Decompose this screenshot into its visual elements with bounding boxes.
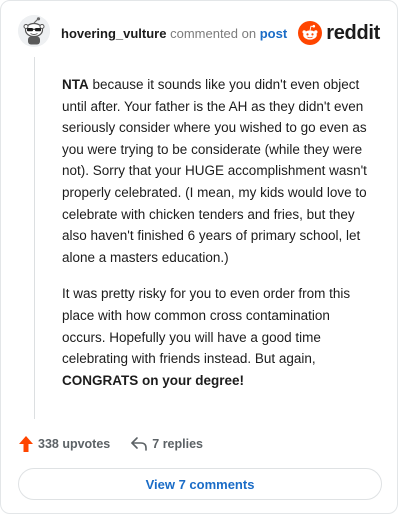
comment-paragraph-1: NTA because it sounds like you didn't ev…: [62, 74, 372, 268]
view-comments-label: View 7 comments: [145, 476, 255, 492]
upvote-button[interactable]: 338 upvotes: [18, 435, 110, 453]
reddit-brand[interactable]: reddit: [298, 21, 380, 45]
comment-body: NTA because it sounds like you didn't ev…: [62, 74, 372, 406]
post-link[interactable]: post: [260, 26, 287, 41]
reddit-logo-icon: [298, 21, 323, 45]
view-comments-button[interactable]: View 7 comments: [18, 468, 382, 500]
comment-paragraph-2: It was pretty risky for you to even orde…: [62, 283, 372, 391]
paragraph-1-text: because it sounds like you didn't even o…: [62, 77, 367, 265]
replies-button[interactable]: 7 replies: [130, 436, 203, 452]
comment-header: hovering_vulture commented on post reddi…: [1, 1, 397, 65]
reply-arrow-icon: [131, 437, 148, 451]
username-link[interactable]: hovering_vulture: [61, 26, 166, 41]
commented-on-text: commented on: [170, 26, 257, 41]
replies-count: 7 replies: [152, 437, 203, 451]
comment-byline: hovering_vulture commented on post: [61, 26, 287, 41]
upvote-arrow-icon: [19, 436, 33, 452]
verdict-bold-text: NTA: [62, 77, 89, 92]
congrats-bold-text: CONGRATS on your degree!: [62, 372, 245, 388]
snoo-avatar-icon[interactable]: [18, 15, 50, 47]
comment-actions: 338 upvotes 7 replies: [18, 433, 203, 455]
comment-card: hovering_vulture commented on post reddi…: [0, 0, 398, 514]
upvotes-count: 338 upvotes: [38, 437, 111, 451]
reddit-wordmark: reddit: [326, 21, 380, 44]
thread-line[interactable]: [34, 57, 35, 419]
paragraph-2-text: It was pretty risky for you to even orde…: [62, 286, 351, 367]
